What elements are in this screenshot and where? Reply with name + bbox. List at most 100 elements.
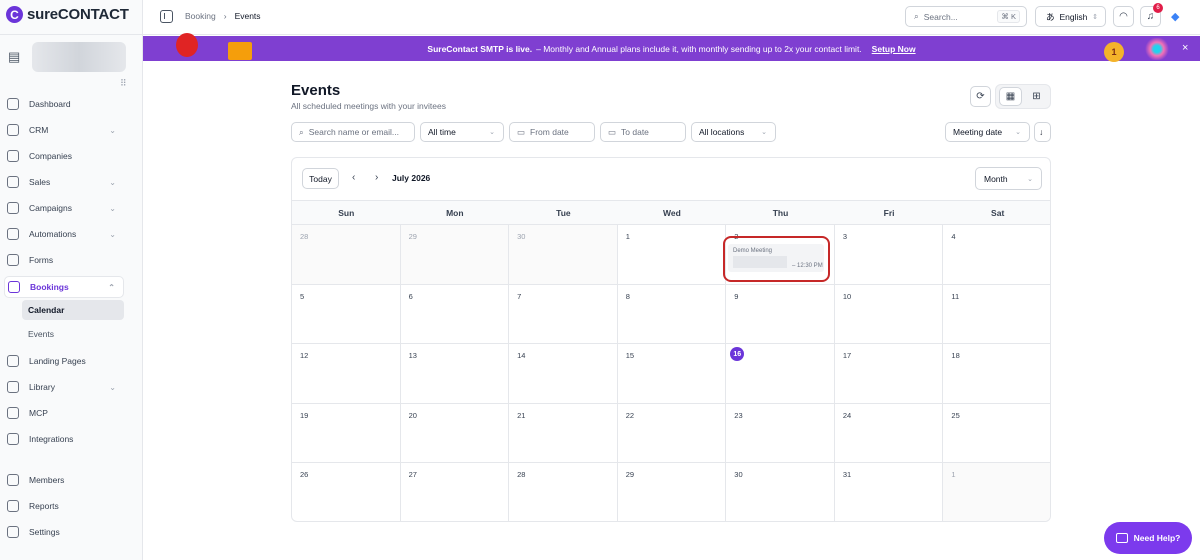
weekday-sat: Sat	[991, 208, 1005, 218]
day-cell[interactable]: 22	[617, 403, 727, 464]
day-cell[interactable]: 28	[509, 463, 618, 521]
sort-direction-button[interactable]: ↓	[1034, 122, 1051, 142]
table-view-button[interactable]: ⊞	[1025, 87, 1048, 106]
day-cell[interactable]: 20	[400, 403, 510, 464]
org-switcher[interactable]: ▤	[8, 42, 126, 72]
sidebar-item-landing-pages[interactable]: Landing Pages	[4, 350, 124, 372]
sidebar-subitem-events[interactable]: Events	[22, 324, 124, 344]
day-cell[interactable]: 25	[943, 404, 1050, 464]
day-cell[interactable]: 17	[834, 344, 944, 404]
sidebar-item-mcp[interactable]: MCP	[4, 402, 124, 424]
today-button[interactable]: Today	[302, 168, 339, 189]
day-cell[interactable]: 18	[943, 344, 1050, 404]
day-cell[interactable]: 12	[292, 344, 401, 404]
day-cell[interactable]: 11	[943, 285, 1050, 345]
sidebar-item-companies[interactable]: Companies	[4, 145, 124, 167]
day-number: 1	[951, 470, 956, 480]
sidebar-item-dashboard[interactable]: Dashboard	[4, 93, 124, 115]
breadcrumb: Booking › Events	[185, 11, 261, 21]
day-cell[interactable]: 31	[835, 463, 944, 521]
day-cell[interactable]: 1	[943, 463, 1050, 521]
notifications-button[interactable]: ♫ 6	[1140, 3, 1163, 27]
time-range-select[interactable]: All time ⌄	[420, 122, 504, 142]
sidebar-item-bookings[interactable]: Bookings ⌃	[4, 276, 124, 298]
day-cell[interactable]: 29	[400, 225, 510, 285]
day-cell[interactable]: 27	[401, 463, 510, 521]
day-number: 22	[625, 410, 635, 420]
sidebar-item-label: Library	[29, 382, 55, 392]
day-cell[interactable]: 21	[509, 403, 618, 464]
next-month-icon[interactable]: ›	[375, 172, 378, 183]
sidebar-item-library[interactable]: Library ⌄	[4, 376, 124, 398]
sidebar-subitem-calendar[interactable]: Calendar	[22, 300, 124, 320]
day-cell[interactable]: 29	[618, 463, 727, 521]
day-cell[interactable]: 30	[509, 225, 618, 285]
day-number: 26	[300, 470, 309, 480]
weekday-sun: Sun	[338, 208, 355, 218]
sidebar-item-crm[interactable]: CRM ⌄	[4, 119, 124, 141]
search-input[interactable]: ⌕ Search name or email...	[291, 122, 415, 142]
sidebar-item-members[interactable]: Members	[4, 469, 124, 491]
calendar-view-button[interactable]: ▦	[999, 87, 1022, 106]
from-date-input[interactable]: ▭ From date	[509, 122, 595, 142]
day-cell[interactable]: 26	[292, 463, 401, 521]
sidebar-item-label: Landing Pages	[29, 356, 86, 366]
sidebar-item-settings[interactable]: Settings	[4, 521, 124, 543]
day-cell[interactable]: 23	[726, 403, 835, 464]
day-number: 29	[625, 470, 635, 480]
org-name-redacted	[32, 42, 126, 72]
sidebar-item-campaigns[interactable]: Campaigns ⌄	[4, 197, 124, 219]
day-cell[interactable]: 5	[292, 284, 401, 345]
support-button[interactable]: ◠	[1113, 6, 1134, 27]
sidebar-item-integrations[interactable]: Integrations	[4, 428, 124, 450]
day-cell[interactable]: 4	[943, 225, 1050, 285]
to-date-placeholder: To date	[621, 127, 649, 137]
sidebar-item-label: Members	[29, 475, 65, 485]
toggle-sidebar-icon[interactable]	[160, 10, 173, 23]
day-cell[interactable]: 24	[834, 403, 944, 464]
day-cell[interactable]: 10	[834, 284, 944, 345]
day-cell[interactable]: 1	[617, 225, 727, 285]
day-cell[interactable]: 9	[726, 284, 835, 345]
setup-now-link[interactable]: Setup Now	[872, 44, 916, 54]
global-search-placeholder: Search...	[923, 11, 958, 22]
close-icon[interactable]: ×	[1182, 42, 1188, 54]
sidebar-item-sales[interactable]: Sales ⌄	[4, 171, 124, 193]
announcement-banner: SureContact SMTP is live. – Monthly and …	[143, 36, 1200, 61]
sidebar-item-forms[interactable]: Forms	[4, 249, 124, 271]
day-cell[interactable]: 28	[292, 225, 401, 285]
day-cell[interactable]: 7	[509, 284, 618, 345]
refresh-button[interactable]: ⟳	[970, 86, 991, 107]
global-search[interactable]: ⌕ Search... ⌘ K	[905, 6, 1027, 27]
day-number: 8	[625, 291, 630, 301]
sidebar-item-label: Companies	[29, 151, 72, 161]
grip-icon[interactable]: ⠿	[120, 78, 127, 89]
day-cell[interactable]: 8	[617, 284, 727, 345]
today-date-badge: 16	[730, 347, 745, 362]
day-number: 5	[300, 291, 305, 301]
top-bar: Booking › Events ⌕ Search... ⌘ K あ Engli…	[143, 0, 1200, 35]
language-select[interactable]: あ English ⇕	[1035, 6, 1106, 27]
prev-month-icon[interactable]: ‹	[352, 172, 355, 183]
day-number: 28	[517, 470, 526, 480]
sidebar-item-automations[interactable]: Automations ⌄	[4, 223, 124, 245]
breadcrumb-booking[interactable]: Booking	[185, 11, 216, 21]
logo[interactable]: C sureCONTACT	[6, 6, 129, 23]
brand-mini-icon[interactable]: ◆	[1171, 10, 1179, 23]
sidebar-item-reports[interactable]: Reports	[4, 495, 124, 517]
need-help-button[interactable]: Need Help?	[1104, 522, 1192, 554]
day-cell[interactable]: 3	[834, 225, 944, 285]
day-cell[interactable]: 16	[726, 344, 835, 404]
to-date-input[interactable]: ▭ To date	[600, 122, 686, 142]
day-cell[interactable]: 14	[509, 344, 618, 404]
view-select[interactable]: Month ⌄	[975, 167, 1042, 190]
day-number: 17	[842, 351, 852, 361]
day-cell[interactable]: 13	[400, 344, 510, 404]
sort-select[interactable]: Meeting date ⌄	[945, 122, 1030, 142]
arrow-down-icon: ↓	[1039, 127, 1044, 137]
day-cell[interactable]: 30	[726, 463, 835, 521]
day-cell[interactable]: 19	[292, 403, 401, 464]
locations-select[interactable]: All locations ⌄	[691, 122, 776, 142]
day-cell[interactable]: 15	[617, 344, 727, 404]
day-cell[interactable]: 6	[400, 284, 510, 345]
